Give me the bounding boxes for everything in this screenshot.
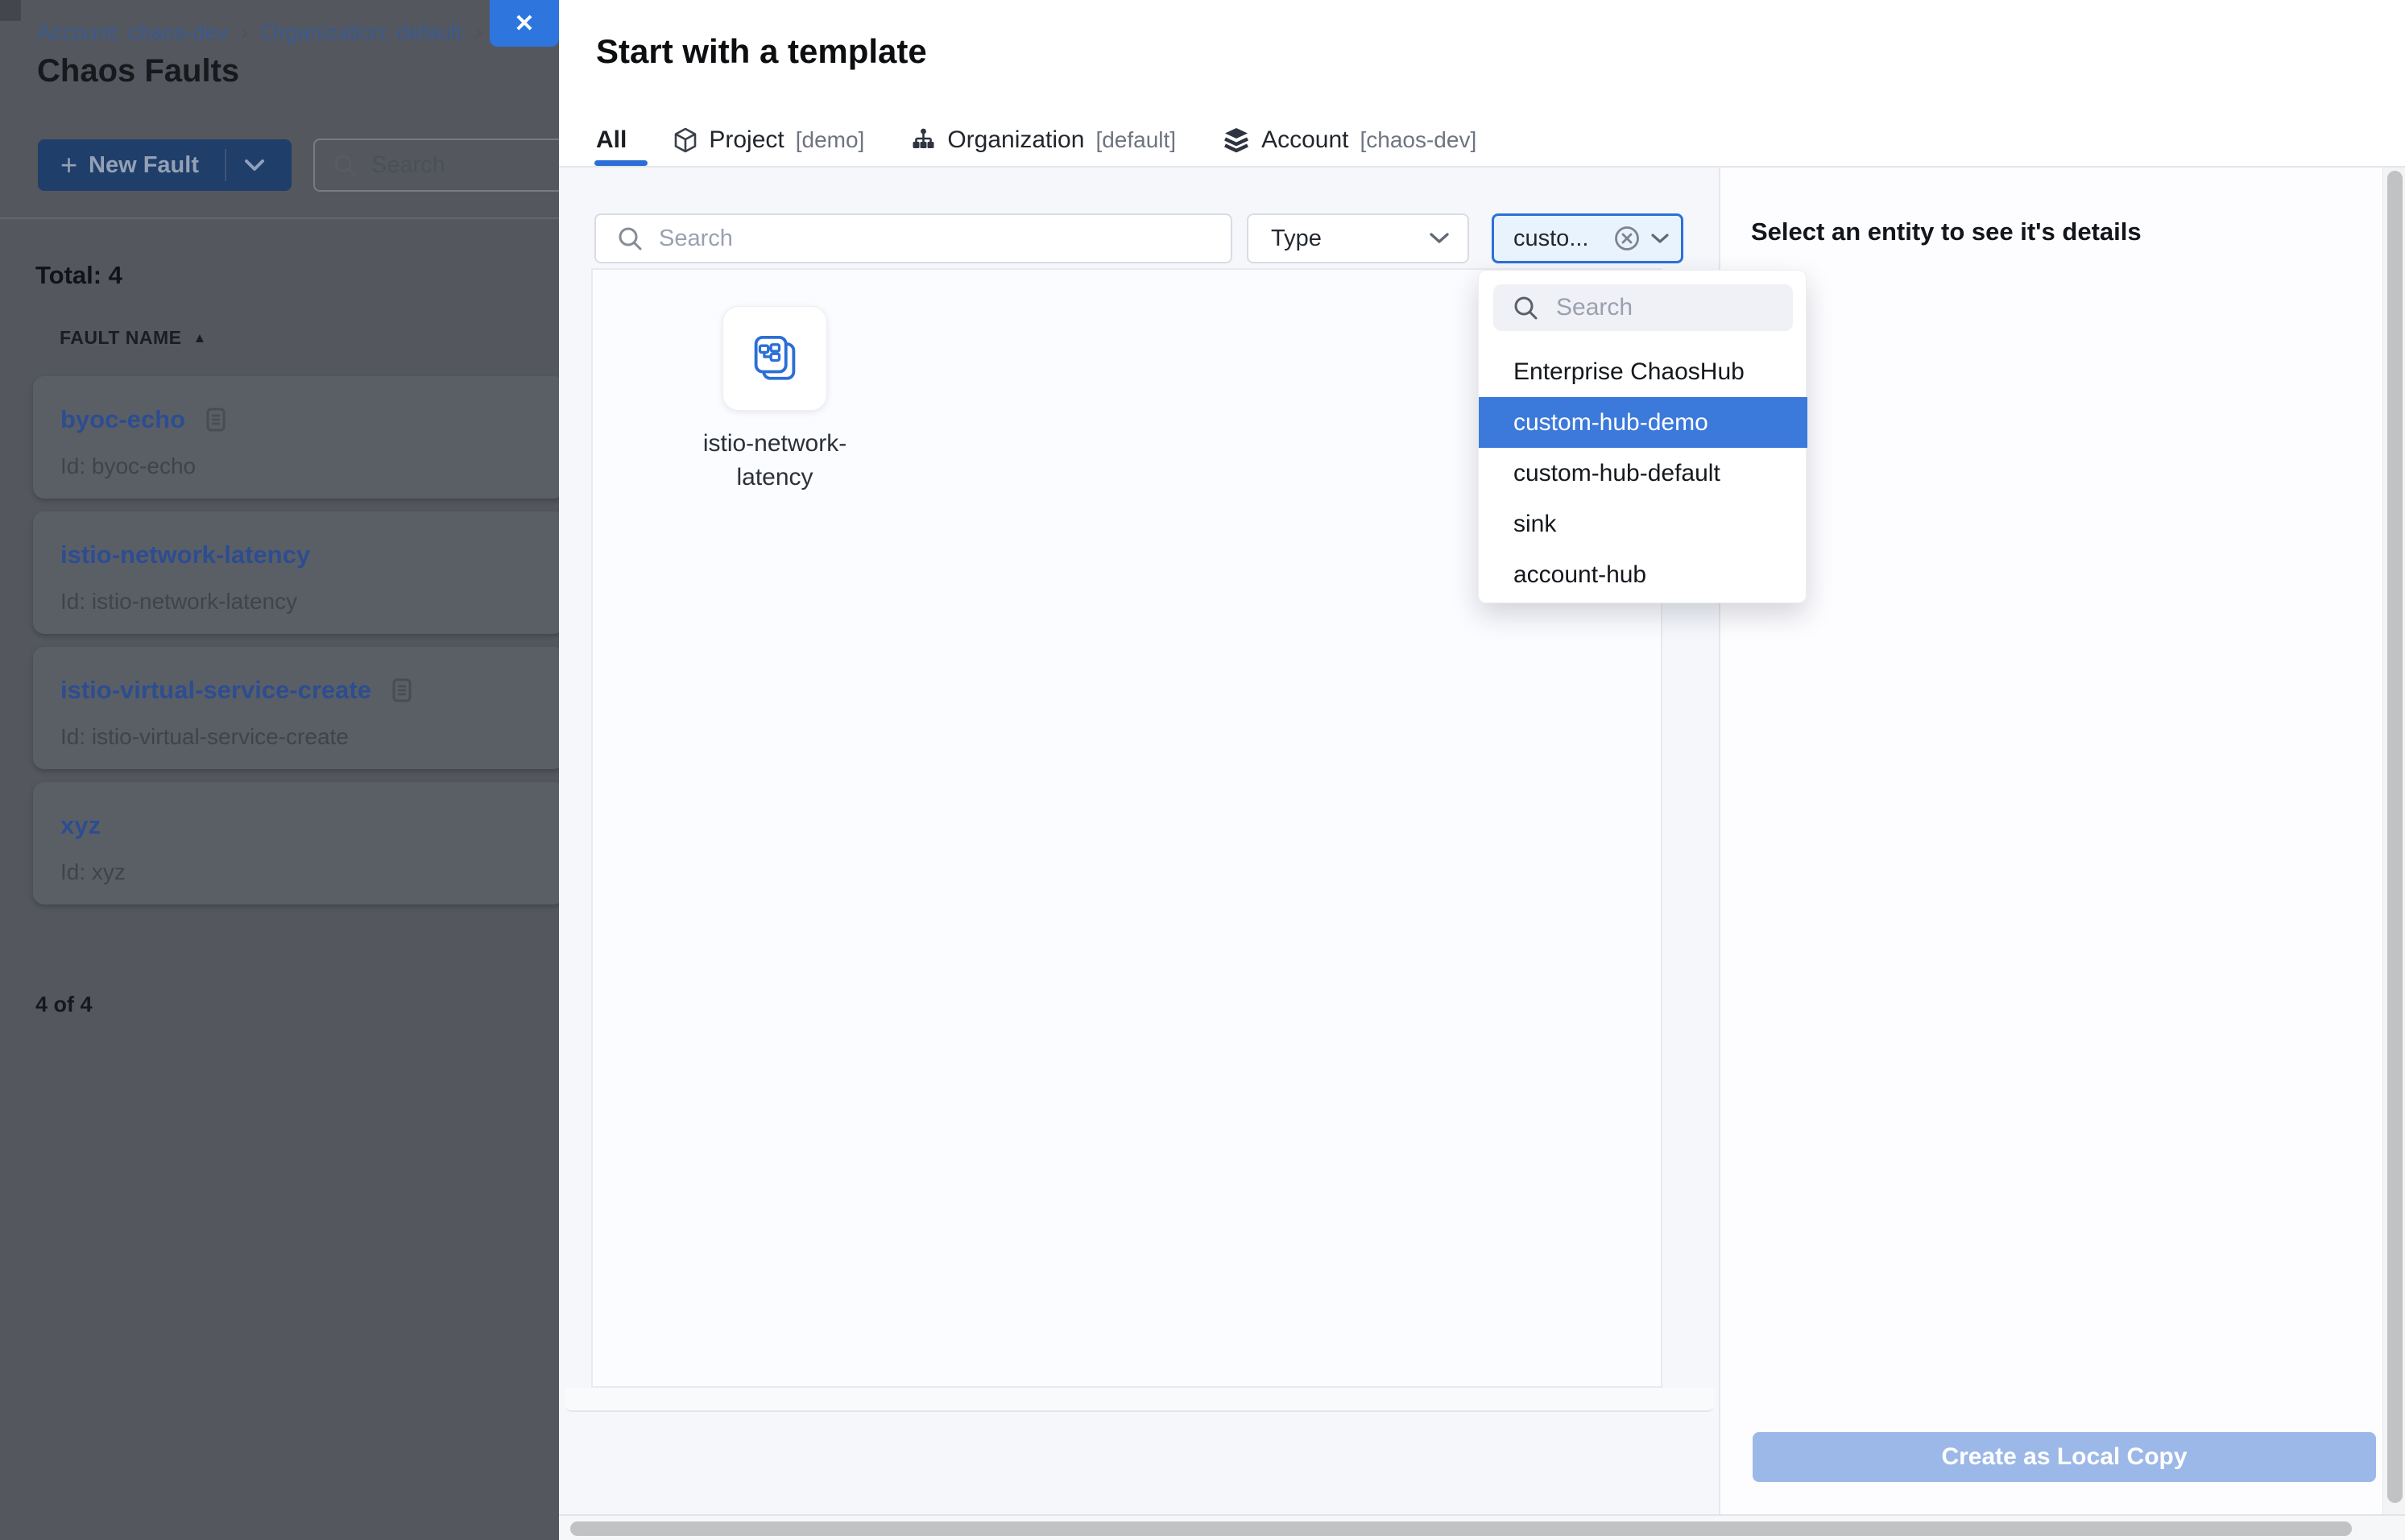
new-fault-button[interactable]: + New Fault: [38, 139, 292, 191]
fault-id: Id: byoc-echo: [60, 453, 196, 479]
modal-title: Start with a template: [596, 32, 927, 71]
tab-label: Project: [709, 126, 784, 154]
document-icon: [392, 678, 412, 702]
template-tile[interactable]: [722, 306, 827, 411]
document-icon: [206, 408, 226, 432]
vertical-scrollbar[interactable]: [2382, 168, 2405, 1514]
org-chart-icon: [911, 128, 936, 152]
breadcrumb-organization[interactable]: Organization: default: [261, 20, 462, 45]
sort-ascending-icon: ▲: [193, 330, 207, 346]
tab-organization[interactable]: Organization [default]: [911, 126, 1176, 154]
hub-option-custom-hub-demo[interactable]: custom-hub-demo: [1479, 397, 1807, 448]
fault-link[interactable]: byoc-echo: [60, 405, 185, 434]
fault-link[interactable]: istio-virtual-service-create: [60, 676, 371, 705]
chaoshub-filter-select[interactable]: custo...: [1492, 213, 1683, 263]
column-header-label: FAULT NAME: [60, 327, 182, 349]
fault-id: Id: istio-network-latency: [60, 589, 297, 615]
search-icon: [333, 153, 357, 177]
tab-account[interactable]: Account [chaos-dev]: [1223, 126, 1476, 154]
nav-corner: [0, 0, 21, 21]
new-fault-label: New Fault: [89, 152, 199, 179]
tab-project[interactable]: Project [demo]: [673, 126, 864, 154]
vertical-scrollbar-thumb[interactable]: [2387, 171, 2403, 1503]
hub-option-account-hub[interactable]: account-hub: [1479, 549, 1807, 600]
dropdown-search-input[interactable]: [1554, 293, 1780, 322]
details-empty-text: Select an entity to see it's details: [1751, 217, 2142, 246]
chaoshub-dropdown: Enterprise ChaosHub custom-hub-demo cust…: [1478, 270, 1807, 603]
dropdown-search: [1493, 284, 1793, 331]
breadcrumb-separator-icon: ›: [241, 19, 248, 45]
layers-icon: [1223, 127, 1250, 153]
fault-row[interactable]: istio-virtual-service-create Id: istio-v…: [33, 647, 559, 769]
hub-option-sink[interactable]: sink: [1479, 499, 1807, 549]
template-card-istio-network-latency[interactable]: istio-network-latency: [670, 306, 880, 495]
total-count: Total: 4: [35, 261, 122, 290]
tab-badge: [default]: [1095, 127, 1176, 153]
tab-label: All: [596, 126, 627, 154]
tab-label: Organization: [947, 126, 1084, 154]
chaoshub-filter-value: custo...: [1513, 226, 1613, 252]
start-with-template-modal: ✕ Start with a template All Project [dem…: [559, 0, 2405, 1540]
template-workflow-icon: [748, 332, 801, 385]
details-panel: Select an entity to see it's details Cre…: [1719, 168, 2405, 1514]
chevron-down-icon: [1429, 232, 1450, 245]
chevron-down-icon[interactable]: [244, 159, 265, 172]
breadcrumb-account[interactable]: Account: chaos-dev: [37, 20, 228, 45]
breadcrumb: Account: chaos-dev › Organization: defau…: [37, 19, 510, 45]
create-local-copy-button[interactable]: Create as Local Copy: [1753, 1432, 2376, 1482]
template-name: istio-network-latency: [686, 427, 863, 495]
fault-id: Id: istio-virtual-service-create: [60, 724, 349, 750]
horizontal-scrollbar[interactable]: [559, 1514, 2405, 1540]
screen: Account: chaos-dev › Organization: defau…: [0, 0, 2405, 1540]
fault-link[interactable]: istio-network-latency: [60, 540, 310, 569]
fault-row[interactable]: xyz Id: xyz: [33, 782, 559, 905]
template-search-input[interactable]: [657, 225, 1173, 253]
type-filter-label: Type: [1271, 226, 1322, 252]
search-icon: [617, 226, 643, 251]
grid-footer-strip: [565, 1388, 1714, 1412]
chaos-faults-page: Account: chaos-dev › Organization: defau…: [0, 0, 559, 1540]
template-search: [594, 213, 1232, 263]
tab-all[interactable]: All: [596, 126, 627, 154]
tab-badge: [demo]: [796, 127, 865, 153]
fault-link[interactable]: xyz: [60, 811, 101, 840]
horizontal-scrollbar-thumb[interactable]: [570, 1521, 2352, 1536]
dropdown-options: Enterprise ChaosHub custom-hub-demo cust…: [1479, 346, 1807, 600]
fault-name-column-header[interactable]: FAULT NAME ▲: [60, 327, 207, 349]
page-title: Chaos Faults: [37, 53, 239, 89]
page-search: [313, 139, 559, 192]
fault-id: Id: xyz: [60, 859, 126, 885]
button-divider: [225, 149, 226, 181]
close-button[interactable]: ✕: [490, 0, 559, 47]
active-tab-underline: [594, 160, 648, 166]
hub-option-custom-hub-default[interactable]: custom-hub-default: [1479, 448, 1807, 499]
clear-filter-icon[interactable]: [1613, 225, 1641, 252]
chevron-down-icon[interactable]: [1650, 233, 1670, 245]
scope-tabs: All Project [demo] Organization [default…: [596, 119, 1476, 161]
toolbar-divider: [0, 217, 559, 219]
plus-icon: +: [60, 148, 77, 182]
search-icon: [1513, 295, 1538, 321]
tab-badge: [chaos-dev]: [1360, 127, 1476, 153]
fault-row[interactable]: istio-network-latency Id: istio-network-…: [33, 511, 559, 634]
pagination-count: 4 of 4: [35, 992, 93, 1017]
hub-option-enterprise-chaoshub[interactable]: Enterprise ChaosHub: [1479, 346, 1807, 397]
tab-label: Account: [1261, 126, 1348, 154]
cube-icon: [673, 127, 697, 153]
fault-row[interactable]: byoc-echo Id: byoc-echo: [33, 376, 559, 499]
breadcrumb-separator-icon: ›: [475, 19, 482, 45]
type-filter-select[interactable]: Type: [1247, 213, 1469, 263]
page-search-input[interactable]: [370, 151, 531, 180]
